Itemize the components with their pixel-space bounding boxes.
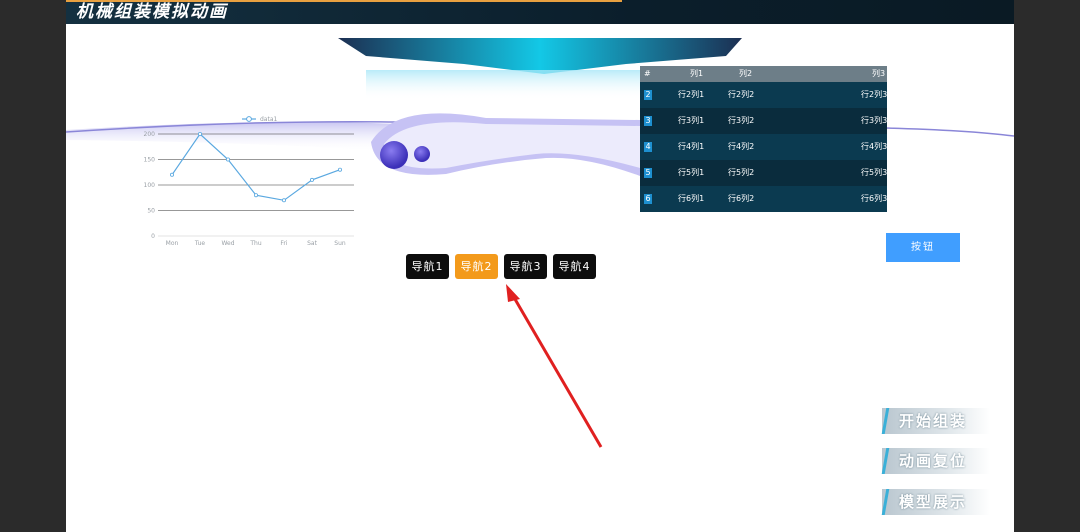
- data-point: [281, 198, 286, 203]
- y-tick-label: 0: [151, 233, 155, 240]
- table-cell: 行5列3: [861, 168, 887, 177]
- data-point: [170, 172, 175, 177]
- table-row[interactable]: 2 行2列1 行2列2 行2列3: [640, 82, 887, 108]
- table-row[interactable]: 4 行4列1 行4列2 行4列3: [640, 134, 887, 160]
- table-row[interactable]: 5 行5列1 行5列2 行5列3: [640, 160, 887, 186]
- y-tick-label: 200: [144, 131, 156, 138]
- data-point: [254, 193, 259, 198]
- table-header-cell: #: [644, 69, 651, 78]
- x-tick-label: Mon: [166, 240, 179, 247]
- x-tick-label: Sun: [334, 240, 346, 247]
- nav-button-4[interactable]: 导航4: [553, 254, 596, 279]
- table-cell: 行6列2: [728, 194, 755, 203]
- row-index: 3: [644, 116, 652, 126]
- title-bar: 机械组装模拟动画: [66, 0, 1014, 24]
- y-tick-label: 50: [147, 208, 155, 215]
- x-tick-label: Wed: [221, 240, 234, 247]
- reset-animation-button[interactable]: 动画复位: [881, 448, 990, 474]
- data-table: # 列1 列2 列3 2 行2列1 行2列2 行2列3 3 行3列1 行3列2 …: [640, 66, 887, 212]
- side-button-accent: [881, 489, 890, 515]
- table-cell: 行6列3: [861, 194, 887, 203]
- table-header-cell: 列2: [739, 69, 753, 78]
- legend-marker: [246, 116, 252, 122]
- table-cell: 行5列2: [728, 168, 755, 177]
- table-header-row: # 列1 列2 列3: [640, 66, 887, 82]
- table-cell: 行4列1: [678, 142, 705, 151]
- start-assembly-button[interactable]: 开始组装: [881, 408, 990, 434]
- row-index: 4: [644, 142, 652, 152]
- nav-button-3[interactable]: 导航3: [504, 254, 547, 279]
- table-row[interactable]: 6 行6列1 行6列2 行6列3: [640, 186, 887, 212]
- series-line: [171, 133, 341, 201]
- row-index-badge: 5: [644, 160, 652, 186]
- nav-button-2[interactable]: 导航2: [455, 254, 498, 279]
- legend-label: data1: [260, 116, 278, 123]
- table-header-cell: 列3: [872, 69, 886, 78]
- row-index: 2: [644, 90, 652, 100]
- x-tick-label: Tue: [194, 240, 206, 247]
- x-tick-label: Fri: [280, 240, 287, 247]
- side-button-accent: [881, 448, 890, 474]
- line-chart: 0 50 100 150 200 Mon Tue Wed Thu Fri Sat Sun data1: [144, 116, 354, 247]
- table-cell: 行2列2: [728, 90, 755, 99]
- table-cell: 行4列3: [861, 142, 887, 151]
- side-button-label: 开始组装: [899, 412, 968, 430]
- side-button-label: 动画复位: [899, 452, 968, 470]
- table-cell: 行6列1: [678, 194, 705, 203]
- table-cell: 行2列3: [861, 90, 887, 99]
- y-tick-label: 100: [144, 182, 156, 189]
- y-tick-label: 150: [144, 157, 156, 164]
- table-header-cell: 列1: [690, 69, 704, 78]
- table-cell: 行2列1: [678, 90, 705, 99]
- row-index-badge: 4: [644, 134, 652, 160]
- data-point: [309, 177, 314, 182]
- table-cell: 行5列1: [678, 168, 705, 177]
- data-point: [226, 157, 231, 162]
- data-point: [337, 167, 342, 172]
- app-canvas: 机械组装模拟动画 0 50 100 150 200 Mon Tue Wed Th…: [66, 0, 1014, 532]
- data-point: [198, 131, 203, 136]
- table-cell: 行3列3: [861, 116, 887, 125]
- row-index: 5: [644, 168, 652, 178]
- primary-button[interactable]: 按钮: [886, 233, 960, 262]
- table-cell: 行3列1: [678, 116, 705, 125]
- table-cell: 行3列2: [728, 116, 755, 125]
- side-button-label: 模型展示: [899, 493, 968, 511]
- row-index-badge: 2: [644, 82, 652, 108]
- nav-button-1[interactable]: 导航1: [406, 254, 449, 279]
- model-display-button[interactable]: 模型展示: [881, 489, 990, 515]
- x-tick-label: Sat: [307, 240, 317, 247]
- app-title: 机械组装模拟动画: [76, 2, 228, 22]
- row-index-badge: 6: [644, 186, 652, 212]
- side-button-accent: [881, 408, 890, 434]
- table-cell: 行4列2: [728, 142, 755, 151]
- row-index: 6: [644, 194, 652, 204]
- row-index-badge: 3: [644, 108, 652, 134]
- x-tick-label: Thu: [249, 240, 261, 247]
- table-row[interactable]: 3 行3列1 行3列2 行3列3: [640, 108, 887, 134]
